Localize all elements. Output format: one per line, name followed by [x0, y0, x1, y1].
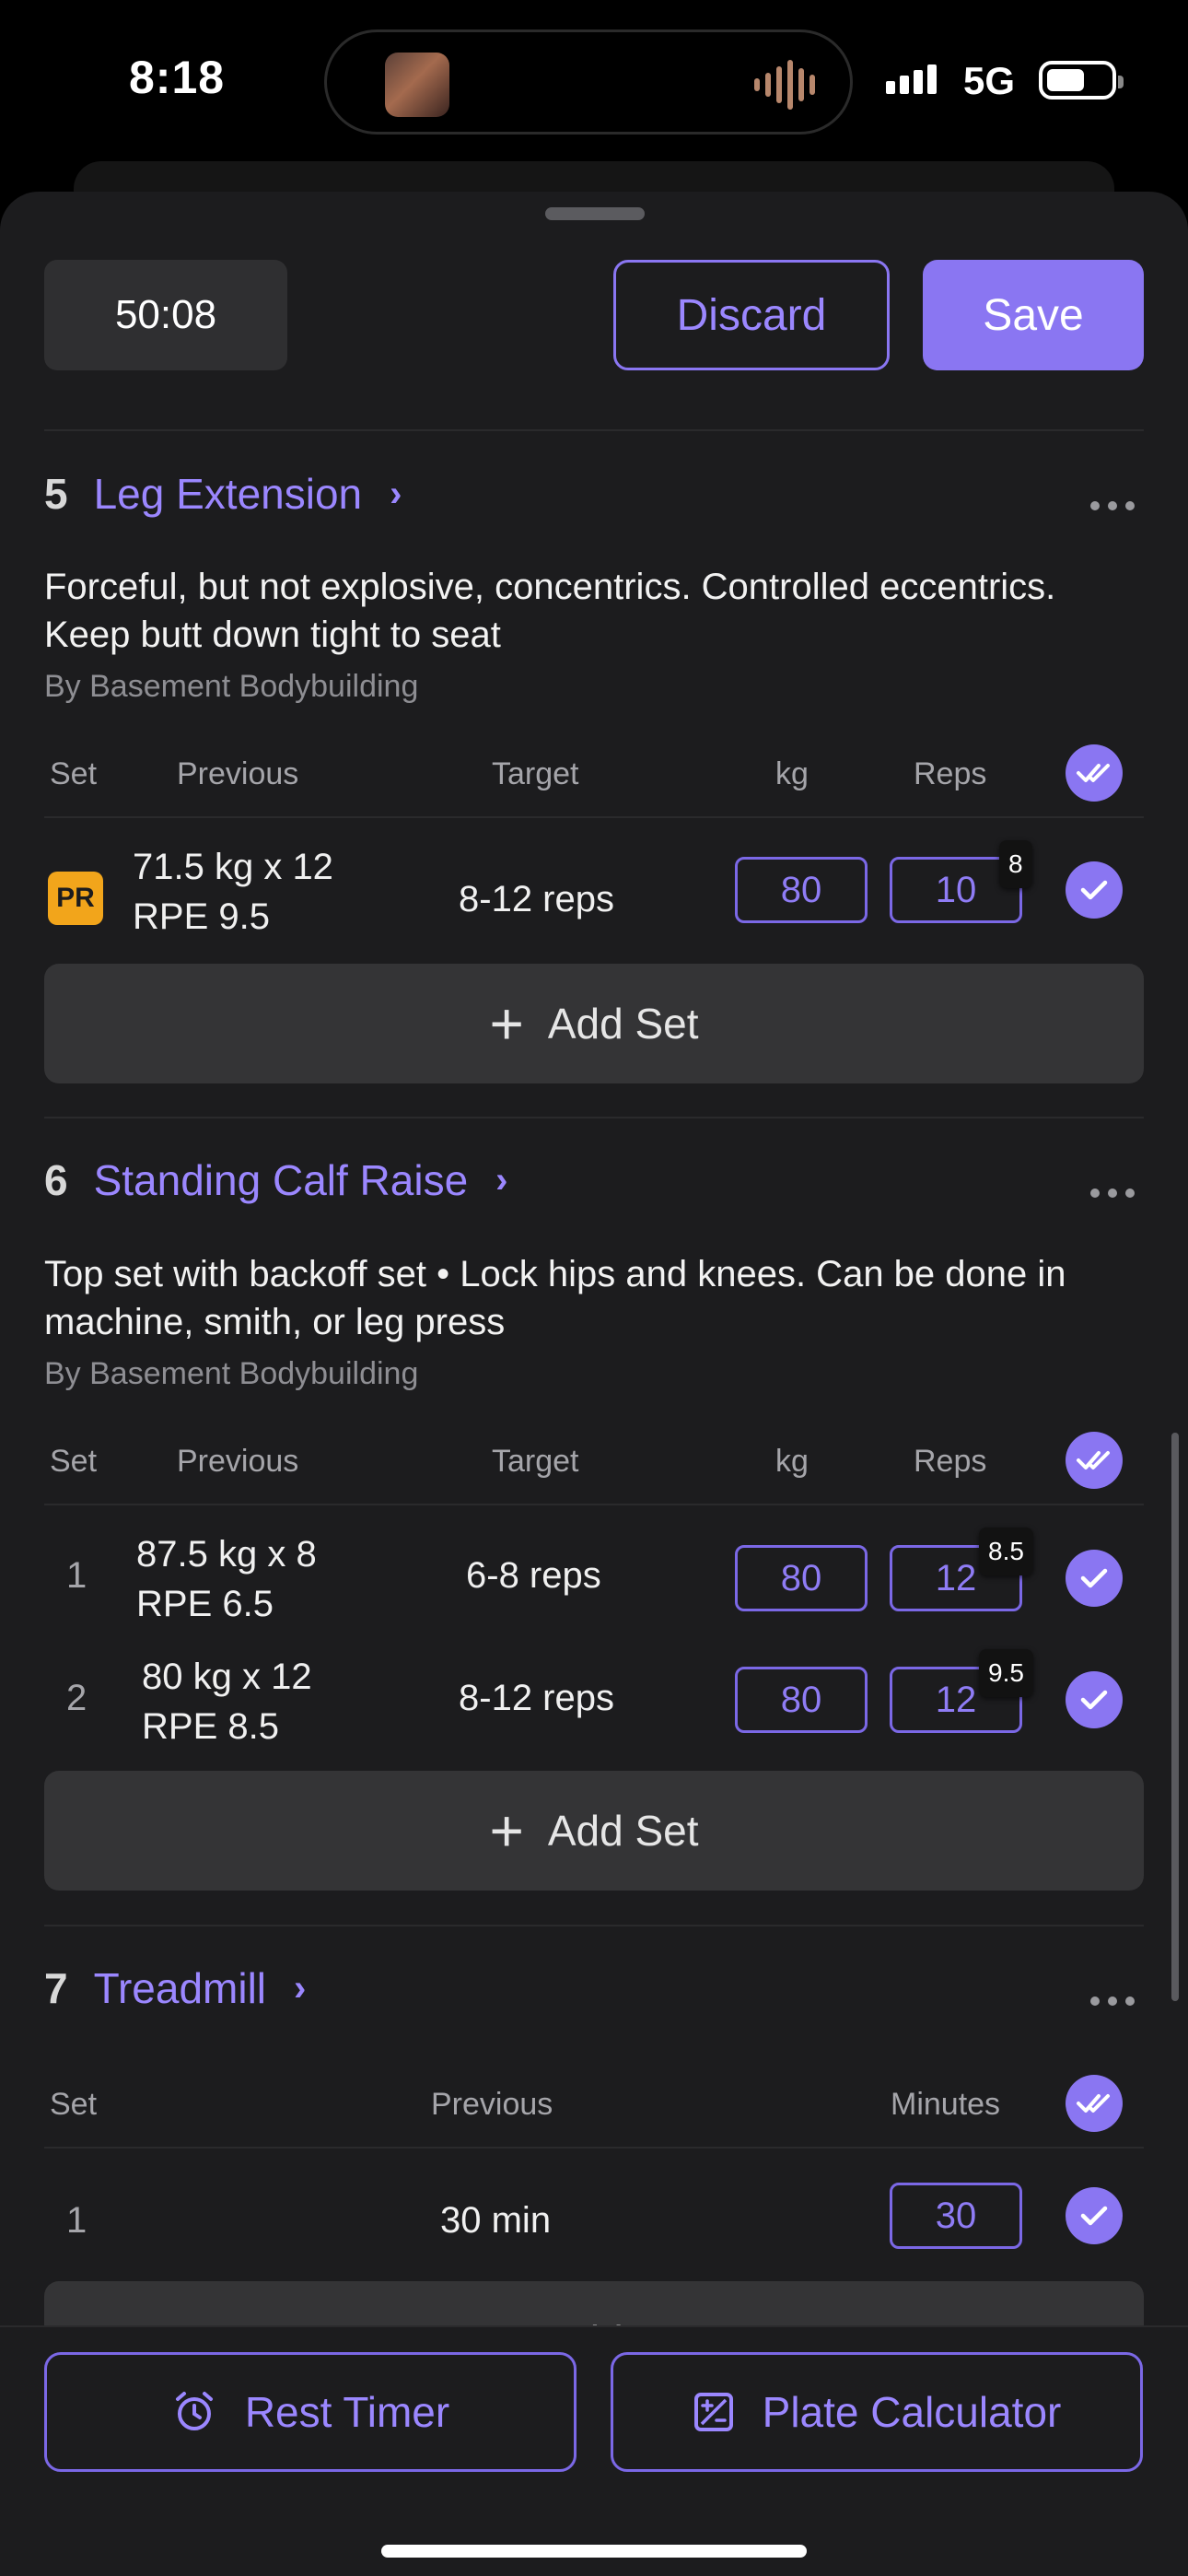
- check-icon: [1080, 1690, 1108, 1710]
- exercise-name[interactable]: Standing Calf Raise: [94, 1155, 469, 1205]
- plus-icon: +: [489, 990, 524, 1057]
- complete-all-sets-button[interactable]: [1066, 1432, 1123, 1489]
- complete-set-button[interactable]: [1066, 861, 1123, 919]
- rpe-badge[interactable]: 8: [999, 840, 1032, 888]
- divider: [44, 816, 1144, 818]
- divider: [44, 2147, 1144, 2149]
- exercise-number: 5: [44, 470, 68, 518]
- column-minutes: Minutes: [891, 2087, 1001, 2122]
- exercise-number: 7: [44, 1964, 68, 2012]
- column-reps: Reps: [914, 756, 987, 791]
- check-icon: [1080, 880, 1108, 900]
- column-kg: kg: [775, 1444, 809, 1479]
- home-indicator[interactable]: [381, 2545, 807, 2558]
- more-options-icon[interactable]: [1090, 1188, 1135, 1198]
- column-target: Target: [492, 1444, 579, 1479]
- save-button[interactable]: Save: [923, 260, 1144, 370]
- plus-icon: +: [489, 1797, 524, 1864]
- rest-timer-label: Rest Timer: [244, 2388, 450, 2436]
- complete-set-button[interactable]: [1066, 2187, 1123, 2244]
- check-icon: [1080, 2206, 1108, 2226]
- double-check-icon: [1077, 764, 1110, 782]
- audio-waveform-icon: [754, 60, 815, 110]
- alarm-clock-icon: [175, 2392, 213, 2430]
- more-options-icon[interactable]: [1090, 501, 1135, 510]
- exercise-header[interactable]: 5 Leg Extension ›: [44, 462, 402, 526]
- target-reps: 8-12 reps: [459, 1678, 614, 1718]
- divider: [44, 429, 1144, 431]
- column-set: Set: [50, 1444, 98, 1479]
- plate-calculator-label: Plate Calculator: [762, 2388, 1062, 2436]
- column-reps: Reps: [914, 1444, 987, 1479]
- exercise-notes: Forceful, but not explosive, concentrics…: [44, 567, 1056, 655]
- column-previous: Previous: [431, 2087, 553, 2122]
- set-number: 1: [66, 2200, 87, 2241]
- exercise-header[interactable]: 7 Treadmill ›: [44, 1956, 306, 2020]
- target-reps: 6-8 reps: [466, 1555, 601, 1596]
- clock: 8:18: [129, 52, 226, 103]
- chevron-right-icon: ›: [495, 1159, 508, 1200]
- kg-input[interactable]: 80: [735, 857, 868, 923]
- exercise-name[interactable]: Leg Extension: [94, 469, 363, 519]
- kg-input[interactable]: 80: [735, 1545, 868, 1611]
- column-kg: kg: [775, 756, 809, 791]
- bottom-toolbar: Rest Timer Plate Calculator: [0, 2325, 1188, 2576]
- cellular-signal-icon: [886, 64, 937, 94]
- discard-button[interactable]: Discard: [613, 260, 890, 370]
- sheet-grabber[interactable]: [545, 207, 645, 220]
- chevron-right-icon: ›: [390, 473, 402, 514]
- set-number: 1: [66, 1555, 87, 1596]
- calculator-icon: [693, 2393, 733, 2431]
- exercise-name[interactable]: Treadmill: [94, 1963, 266, 2013]
- column-previous: Previous: [177, 756, 299, 791]
- exercise-author: By Basement Bodybuilding: [44, 669, 419, 704]
- double-check-icon: [1077, 2094, 1110, 2113]
- exercise-author: By Basement Bodybuilding: [44, 1356, 419, 1391]
- column-previous: Previous: [177, 1444, 299, 1479]
- complete-set-button[interactable]: [1066, 1550, 1123, 1607]
- add-set-button[interactable]: + Add Set: [44, 964, 1144, 1083]
- exercise-notes: Top set with backoff set • Lock hips and…: [44, 1254, 1066, 1342]
- column-set: Set: [50, 756, 98, 791]
- complete-all-sets-button[interactable]: [1066, 2075, 1123, 2132]
- double-check-icon: [1077, 1451, 1110, 1469]
- complete-set-button[interactable]: [1066, 1671, 1123, 1728]
- kg-input[interactable]: 80: [735, 1667, 868, 1733]
- divider: [44, 1117, 1144, 1118]
- scrollbar[interactable]: [1171, 1433, 1179, 2001]
- divider: [44, 1504, 1144, 1505]
- rest-timer-button[interactable]: Rest Timer: [44, 2352, 577, 2472]
- previous-value: 71.5 kg x 12 RPE 9.5: [133, 847, 333, 937]
- add-set-button[interactable]: + Add Set: [44, 1771, 1144, 1891]
- chevron-right-icon: ›: [294, 1967, 307, 2008]
- complete-all-sets-button[interactable]: [1066, 744, 1123, 802]
- previous-value: 30 min: [440, 2200, 552, 2241]
- pr-badge: PR: [48, 872, 103, 925]
- battery-icon: [1039, 61, 1124, 100]
- divider: [44, 1925, 1144, 1926]
- previous-value: 87.5 kg x 8 RPE 6.5: [136, 1534, 317, 1624]
- previous-value: 80 kg x 12 RPE 8.5: [142, 1657, 312, 1747]
- exercise-number: 6: [44, 1156, 68, 1204]
- target-reps: 8-12 reps: [459, 879, 614, 919]
- minutes-input[interactable]: 30: [890, 2183, 1022, 2249]
- add-set-label: Add Set: [547, 1000, 699, 1048]
- column-target: Target: [492, 756, 579, 791]
- exercise-header[interactable]: 6 Standing Calf Raise ›: [44, 1148, 508, 1212]
- column-set: Set: [50, 2087, 98, 2122]
- network-type: 5G: [963, 59, 1016, 102]
- rpe-badge[interactable]: 9.5: [979, 1649, 1033, 1697]
- plate-calculator-button[interactable]: Plate Calculator: [611, 2352, 1143, 2472]
- workout-timer: 50:08: [44, 260, 287, 370]
- now-playing-artwork: [385, 53, 449, 117]
- check-icon: [1080, 1568, 1108, 1588]
- status-bar: 8:18 5G: [0, 0, 1188, 157]
- workout-sheet: 50:08 Discard Save 5 Leg Extension › For…: [0, 192, 1188, 2576]
- rpe-badge[interactable]: 8.5: [979, 1528, 1033, 1575]
- add-set-label: Add Set: [547, 1807, 699, 1855]
- dynamic-island[interactable]: [324, 29, 853, 135]
- set-number: 2: [66, 1678, 87, 1718]
- more-options-icon[interactable]: [1090, 1996, 1135, 2006]
